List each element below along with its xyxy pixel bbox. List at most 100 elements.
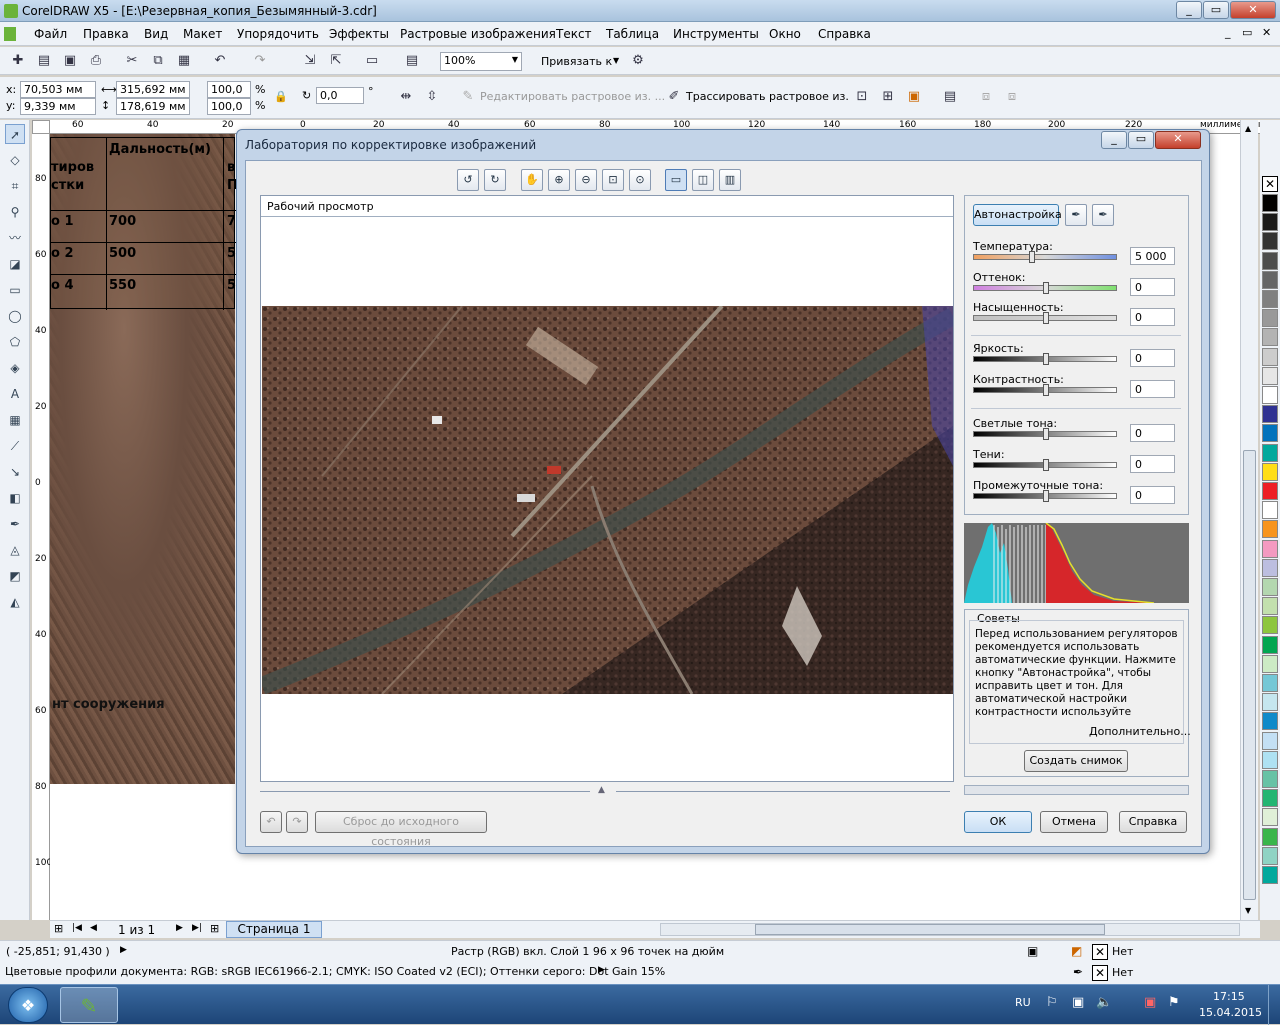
- no-color-swatch[interactable]: ✕: [1262, 176, 1278, 192]
- minimize-button[interactable]: _: [1176, 1, 1202, 19]
- color-swatch[interactable]: [1262, 213, 1278, 232]
- clock-date[interactable]: 15.04.2015: [1199, 1006, 1262, 1019]
- cut-icon[interactable]: ✂: [122, 51, 142, 71]
- undo-icon[interactable]: ↶: [210, 51, 230, 71]
- lock-ratio-icon[interactable]: 🔒: [274, 90, 288, 103]
- dialog-close-button[interactable]: ✕: [1155, 131, 1201, 149]
- page-tab[interactable]: Страница 1: [226, 921, 322, 938]
- preview-area[interactable]: Рабочий просмотр: [260, 195, 954, 782]
- menu-help[interactable]: Справка: [818, 27, 871, 41]
- next-page-icon[interactable]: ▶: [176, 923, 183, 933]
- scale-y-field[interactable]: 100,0: [207, 98, 251, 115]
- status-expand-icon[interactable]: ▶: [120, 945, 127, 955]
- slider-value-field[interactable]: 0: [1130, 455, 1175, 473]
- last-page-icon[interactable]: ▶|: [192, 923, 202, 933]
- color-swatch[interactable]: [1262, 328, 1278, 347]
- interactive-fill-icon[interactable]: ◭: [5, 592, 25, 612]
- save-icon[interactable]: ▣: [60, 51, 80, 71]
- ruler-origin[interactable]: [32, 120, 50, 134]
- more-link[interactable]: Дополнительно...: [1089, 725, 1191, 738]
- outline-swatch[interactable]: ✕: [1092, 965, 1108, 981]
- slider-track[interactable]: [973, 353, 1117, 365]
- table-tool-icon[interactable]: ▦: [5, 410, 25, 430]
- text-tool-icon[interactable]: A: [5, 384, 25, 404]
- freehand-tool-icon[interactable]: 〰: [5, 228, 25, 248]
- help-button[interactable]: Справка: [1119, 811, 1187, 833]
- app-launcher-icon[interactable]: ▭: [362, 51, 382, 71]
- color-swatch[interactable]: [1262, 770, 1278, 788]
- color-swatch[interactable]: [1262, 347, 1278, 366]
- autoadjust-button[interactable]: Автонастройка: [973, 204, 1062, 226]
- menu-layout[interactable]: Макет: [183, 27, 222, 41]
- edit-bitmap-button[interactable]: Редактировать растровое из. ...: [480, 90, 665, 103]
- smart-fill-tool-icon[interactable]: ◪: [5, 254, 25, 274]
- crop-bitmap-icon[interactable]: ⊡: [852, 87, 872, 107]
- document-table[interactable]: тиров Дальность(м) в стки П о 1 700 7 о …: [50, 137, 238, 310]
- mirror-v-icon[interactable]: ⇳: [422, 87, 442, 107]
- dimension-tool-icon[interactable]: ⟋: [5, 436, 25, 456]
- resample-icon[interactable]: ⊞: [878, 87, 898, 107]
- color-profiles[interactable]: Цветовые профили документа: RGB: sRGB IE…: [5, 965, 665, 978]
- split-preview-icon[interactable]: ◫: [692, 169, 714, 191]
- slider-thumb[interactable]: [1043, 282, 1049, 294]
- slider-thumb[interactable]: [1043, 312, 1049, 324]
- to-back-icon[interactable]: ⧈: [1002, 87, 1022, 107]
- slider-track[interactable]: [973, 251, 1117, 263]
- maximize-button[interactable]: ▭: [1203, 1, 1229, 19]
- polygon-tool-icon[interactable]: ⬠: [5, 332, 25, 352]
- slider-track[interactable]: [973, 490, 1117, 502]
- ellipse-tool-icon[interactable]: ◯: [5, 306, 25, 326]
- blend-tool-icon[interactable]: ◧: [5, 488, 25, 508]
- color-swatch[interactable]: [1262, 386, 1278, 404]
- split-vertical-icon[interactable]: ▥: [719, 169, 741, 191]
- doc-restore-icon[interactable]: ▭: [1242, 26, 1252, 39]
- color-swatch[interactable]: [1262, 424, 1278, 443]
- profiles-expand-icon[interactable]: ▶: [598, 965, 605, 975]
- shape-tool-icon[interactable]: ◇: [5, 150, 25, 170]
- color-swatch[interactable]: [1262, 520, 1278, 539]
- pick-tool-icon[interactable]: ➚: [5, 124, 25, 144]
- color-swatch[interactable]: [1262, 251, 1278, 270]
- slider-track[interactable]: [973, 312, 1117, 324]
- wrap-text-icon[interactable]: ▤: [940, 87, 960, 107]
- scroll-up-icon[interactable]: ▲: [1245, 124, 1251, 133]
- splitter-arrow-icon[interactable]: ▲: [598, 785, 605, 795]
- vertical-scrollbar[interactable]: ▲ ▼: [1240, 120, 1258, 920]
- basic-shapes-icon[interactable]: ◈: [5, 358, 25, 378]
- color-swatch[interactable]: [1262, 232, 1278, 251]
- rotate-left-icon[interactable]: ↺: [457, 169, 479, 191]
- edit-bitmap-icon[interactable]: ✎: [458, 87, 478, 107]
- rectangle-tool-icon[interactable]: ▭: [5, 280, 25, 300]
- menu-file[interactable]: Файл: [34, 27, 67, 41]
- scroll-thumb[interactable]: [1243, 450, 1256, 900]
- slider-value-field[interactable]: 0: [1130, 349, 1175, 367]
- menu-effects[interactable]: Эффекты: [329, 27, 389, 41]
- slider-value-field[interactable]: 0: [1130, 380, 1175, 398]
- bitmap-color-mask-icon[interactable]: ▣: [904, 87, 924, 107]
- new-icon[interactable]: ✚: [8, 51, 28, 71]
- color-swatch[interactable]: [1262, 846, 1278, 865]
- welcome-screen-icon[interactable]: ▤: [402, 51, 422, 71]
- tray-app-icon[interactable]: ▣: [1144, 995, 1156, 1010]
- color-swatch[interactable]: [1262, 578, 1278, 596]
- reset-button[interactable]: Сброс до исходного состояния: [315, 811, 487, 848]
- slider-value-field[interactable]: 0: [1130, 308, 1175, 326]
- color-swatch[interactable]: [1262, 597, 1278, 616]
- width-field[interactable]: 315,692 мм: [116, 81, 190, 98]
- crop-tool-icon[interactable]: ⌗: [5, 176, 25, 196]
- zoom-tool-icon[interactable]: ⚲: [5, 202, 25, 222]
- color-swatch[interactable]: [1262, 462, 1278, 481]
- y-position-field[interactable]: 9,339 мм: [20, 98, 96, 115]
- slider-thumb[interactable]: [1043, 384, 1049, 396]
- language-indicator[interactable]: RU: [1015, 996, 1031, 1009]
- tray-monitor-icon[interactable]: ▣: [1072, 995, 1084, 1010]
- slider-value-field[interactable]: 0: [1130, 486, 1175, 504]
- dialog-maximize-button[interactable]: ▭: [1128, 131, 1154, 149]
- slider-thumb[interactable]: [1043, 428, 1049, 440]
- color-swatch[interactable]: [1262, 654, 1278, 673]
- eyedropper-tool-icon[interactable]: ✒: [5, 514, 25, 534]
- x-position-field[interactable]: 70,503 мм: [20, 81, 96, 98]
- doc-close-icon[interactable]: ✕: [1262, 26, 1271, 39]
- white-point-eyedropper-icon[interactable]: ✒: [1065, 204, 1087, 226]
- color-swatch[interactable]: [1262, 808, 1278, 827]
